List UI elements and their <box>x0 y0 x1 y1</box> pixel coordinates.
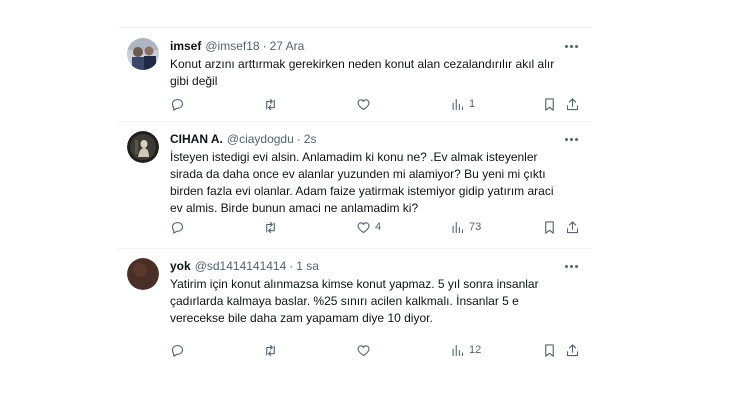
like-button[interactable]: 4 <box>356 218 381 236</box>
like-icon <box>357 344 370 356</box>
tweet-time[interactable]: 2s <box>304 131 317 148</box>
reply-button[interactable] <box>170 341 189 359</box>
avatar-image <box>127 258 159 290</box>
more-icon[interactable] <box>562 38 580 55</box>
views-count: 12 <box>469 344 482 356</box>
tweet-text: İsteyen istedigi evi alsin. Anlamadim ki… <box>170 150 554 215</box>
retweet-button[interactable] <box>263 341 282 359</box>
views-button[interactable]: 1 <box>450 95 475 113</box>
views-button[interactable]: 73 <box>450 218 481 236</box>
tweet-actions: 12 <box>170 341 582 359</box>
like-count: 4 <box>375 221 382 233</box>
reply-button[interactable] <box>170 95 189 113</box>
avatar[interactable] <box>127 38 159 70</box>
like-icon <box>357 98 370 110</box>
bookmark-button[interactable] <box>542 341 557 359</box>
tweet[interactable]: yok @sd1414141414 · 1 sa Yatirim için ko… <box>118 249 592 363</box>
separator-dot: · <box>296 132 301 146</box>
bookmark-button[interactable] <box>542 95 557 113</box>
like-button[interactable] <box>356 341 375 359</box>
views-button[interactable]: 12 <box>450 341 481 359</box>
bookmark-icon <box>545 343 554 357</box>
reply-icon <box>171 344 184 357</box>
bookmark-button[interactable] <box>542 218 557 236</box>
tweet-time[interactable]: 1 sa <box>296 258 319 275</box>
separator-dot: · <box>289 259 294 273</box>
like-button[interactable] <box>356 95 375 113</box>
reply-icon <box>171 98 184 111</box>
bookmark-icon <box>545 220 554 234</box>
tweet-header: CIHAN A. @ciaydogdu · 2s <box>170 131 580 148</box>
share-icon <box>566 97 579 110</box>
retweet-icon <box>266 98 275 110</box>
tweet-text: Yatirim için konut alınmazsa kimse konut… <box>170 277 539 325</box>
tweet[interactable]: imsef @imsef18 · 27 Ara Konut arzını art… <box>118 27 592 122</box>
tweet-header: imsef @imsef18 · 27 Ara <box>170 38 580 55</box>
views-icon <box>452 98 464 110</box>
retweet-icon <box>266 221 275 233</box>
tweet-time[interactable]: 27 Ara <box>270 38 305 55</box>
share-button[interactable] <box>565 341 580 359</box>
retweet-button[interactable] <box>263 95 282 113</box>
views-icon <box>452 221 464 233</box>
views-count: 1 <box>469 98 476 110</box>
user-handle[interactable]: @imsef18 <box>205 38 259 55</box>
display-name[interactable]: yok <box>170 258 191 275</box>
bookmark-icon <box>545 97 554 111</box>
more-icon[interactable] <box>562 131 580 148</box>
share-button[interactable] <box>565 218 580 236</box>
avatar[interactable] <box>127 258 159 290</box>
views-count: 73 <box>469 221 482 233</box>
more-icon[interactable] <box>562 258 580 275</box>
separator-dot: · <box>262 39 267 53</box>
tweet-content: yok @sd1414141414 · 1 sa Yatirim için ko… <box>170 258 580 327</box>
tweet-text: Konut arzını arttırmak gerekirken neden … <box>170 57 555 88</box>
share-icon <box>566 343 579 356</box>
avatar-image <box>127 38 159 70</box>
tweet[interactable]: CIHAN A. @ciaydogdu · 2s İsteyen istedig… <box>118 122 592 249</box>
like-icon <box>357 221 370 233</box>
share-button[interactable] <box>565 95 580 113</box>
tweet-actions: 4 73 <box>170 218 582 236</box>
tweet-header: yok @sd1414141414 · 1 sa <box>170 258 580 275</box>
avatar-image <box>127 131 159 163</box>
share-icon <box>566 220 579 233</box>
retweet-icon <box>266 344 275 356</box>
tweet-actions: 1 <box>170 95 582 113</box>
user-handle[interactable]: @sd1414141414 <box>195 258 287 275</box>
reply-button[interactable] <box>170 218 189 236</box>
views-icon <box>452 344 464 356</box>
tweet-content: CIHAN A. @ciaydogdu · 2s İsteyen istedig… <box>170 131 580 217</box>
retweet-button[interactable] <box>263 218 282 236</box>
tweet-content: imsef @imsef18 · 27 Ara Konut arzını art… <box>170 38 580 90</box>
display-name[interactable]: imsef <box>170 38 201 55</box>
display-name[interactable]: CIHAN A. <box>170 131 223 148</box>
tweet-feed: imsef @imsef18 · 27 Ara Konut arzını art… <box>118 27 592 363</box>
avatar[interactable] <box>127 131 159 163</box>
user-handle[interactable]: @ciaydogdu <box>227 131 294 148</box>
reply-icon <box>171 221 184 234</box>
